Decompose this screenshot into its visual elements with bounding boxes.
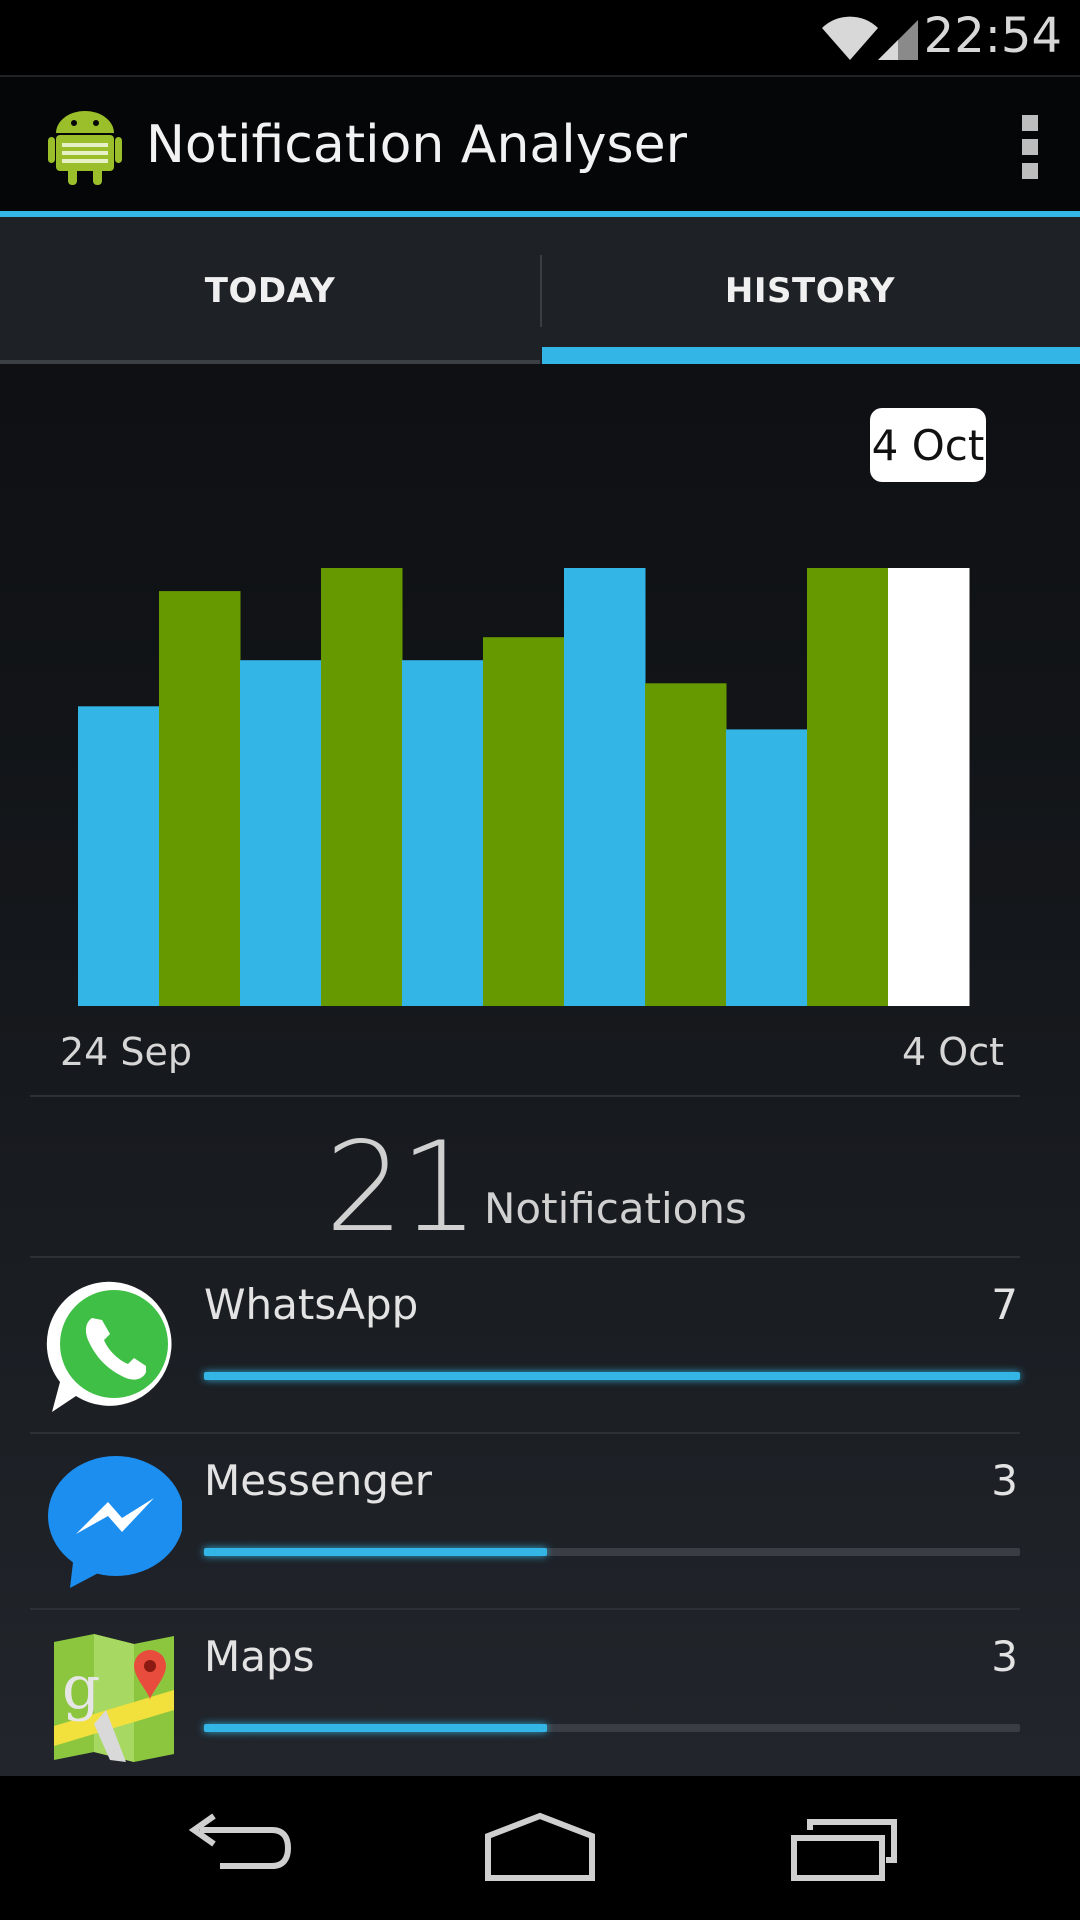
- back-icon[interactable]: [180, 1808, 300, 1888]
- total-count: 21: [325, 1116, 479, 1260]
- app-name: WhatsApp: [204, 1280, 419, 1329]
- app-count: 3: [991, 1456, 1018, 1505]
- app-row-whatsapp[interactable]: WhatsApp 7: [30, 1260, 1020, 1435]
- app-progress-fill: [204, 1372, 1020, 1380]
- wifi-signal-icons: [822, 16, 918, 61]
- chart-bar-selected[interactable]: [888, 568, 970, 1006]
- total-label: Notifications: [484, 1184, 747, 1233]
- overflow-menu-icon[interactable]: [1020, 115, 1040, 179]
- chart-end-date: 4 Oct: [902, 1030, 1004, 1074]
- tab-bar: TODAY HISTORY: [0, 217, 1080, 364]
- divider: [30, 1608, 1020, 1610]
- status-time: 22:54: [923, 8, 1062, 64]
- tab-today[interactable]: TODAY: [0, 217, 540, 364]
- app-title: Notification Analyser: [146, 115, 687, 175]
- cell-signal-icon: [878, 20, 918, 60]
- app-name: Messenger: [204, 1456, 433, 1505]
- chart-bar[interactable]: [78, 706, 160, 1006]
- app-progress-track: [204, 1724, 1020, 1732]
- chart-bar[interactable]: [483, 637, 565, 1006]
- app-progress-track: [204, 1372, 1020, 1380]
- content: 4 Oct 24 Sep 4 Oct 21 Notifications What…: [0, 364, 1080, 1776]
- chart-start-date: 24 Sep: [60, 1030, 193, 1074]
- app-count: 7: [991, 1280, 1018, 1329]
- chart-bar[interactable]: [240, 660, 322, 1006]
- chart-bar[interactable]: [402, 660, 484, 1006]
- android-icon: [48, 111, 122, 185]
- app-row-maps[interactable]: g Maps 3: [30, 1612, 1020, 1787]
- chart-bar[interactable]: [726, 729, 808, 1006]
- maps-icon-glyph: g: [62, 1653, 100, 1723]
- app-progress-fill: [204, 1548, 547, 1556]
- action-bar: Notification Analyser: [0, 75, 1080, 215]
- app-progress-fill: [204, 1724, 547, 1732]
- wifi-icon: [822, 16, 878, 61]
- app-name: Maps: [204, 1632, 315, 1681]
- app-progress-track: [204, 1548, 1020, 1556]
- tab-history[interactable]: HISTORY: [540, 217, 1080, 364]
- chart-bar[interactable]: [807, 568, 889, 1006]
- home-icon[interactable]: [480, 1808, 600, 1888]
- chart-bar[interactable]: [564, 568, 646, 1006]
- chart-bar[interactable]: [321, 568, 403, 1006]
- tab-active-indicator: [542, 347, 1080, 364]
- app-count: 3: [991, 1632, 1018, 1681]
- whatsapp-icon: [46, 1281, 172, 1412]
- selected-date-badge: 4 Oct: [870, 408, 986, 482]
- recent-apps-icon[interactable]: [780, 1808, 900, 1888]
- app-row-messenger[interactable]: Messenger 3: [30, 1436, 1020, 1611]
- divider: [30, 1256, 1020, 1258]
- navigation-bar: [0, 1776, 1080, 1920]
- chart-bar[interactable]: [159, 591, 241, 1006]
- divider: [30, 1432, 1020, 1434]
- divider: [30, 1095, 1020, 1097]
- status-bar: 22:54: [0, 0, 1080, 75]
- chart-bar[interactable]: [645, 683, 727, 1006]
- messenger-icon: [48, 1456, 182, 1588]
- maps-icon: g: [54, 1634, 174, 1762]
